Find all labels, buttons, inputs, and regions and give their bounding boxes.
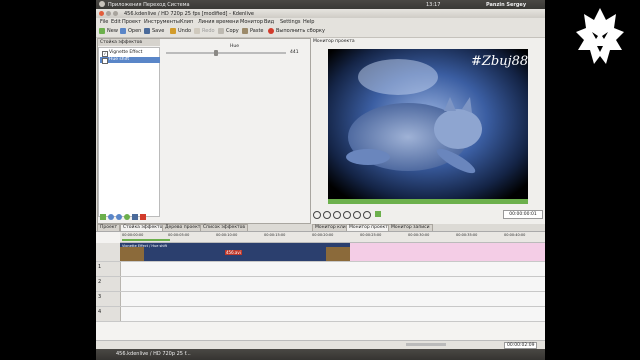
hue-slider-handle[interactable] — [214, 50, 218, 56]
effect-list: ✓ Vignette Effect ✓ Hue shift — [98, 47, 160, 217]
tab-project[interactable]: Проект — [97, 224, 121, 231]
monitor-timecode[interactable]: 00:00:00:01 — [503, 210, 543, 219]
effect-toolbar — [98, 213, 160, 222]
monitor-controls: 00:00:00:01 — [313, 210, 543, 219]
track-4: 4 — [96, 307, 545, 322]
track-3: 3 — [96, 292, 545, 307]
effect-item-hue-shift[interactable]: ✓ Hue shift — [100, 57, 160, 64]
save-icon — [144, 28, 150, 34]
paste-icon — [242, 28, 248, 34]
clip-name: 456.avi — [225, 250, 242, 255]
user-menu[interactable]: Panzin Sergey — [486, 2, 526, 8]
project-monitor: Монитор проекта #Zbuj88 00:00:00:01 — [311, 38, 545, 224]
video-preview[interactable] — [328, 49, 528, 204]
bottom-taskbar: 456.kdenlive / HD 720p 25 f... — [96, 349, 545, 360]
undo-button[interactable]: Undo — [170, 27, 191, 35]
track-4-header[interactable]: 4 — [96, 307, 121, 321]
clock[interactable]: 13:17 — [426, 2, 440, 8]
tab-project-monitor[interactable]: Монитор проекта — [346, 224, 394, 231]
open-icon — [120, 28, 126, 34]
save-button[interactable]: Save — [144, 27, 164, 35]
timeline-timecode[interactable]: 00:00:02:09 — [504, 342, 538, 349]
stop-icon[interactable] — [343, 211, 351, 219]
tab-effect-stack[interactable]: Стойка эффектов — [120, 224, 169, 231]
clip-thumb-start — [120, 247, 144, 261]
taskbar-window-item[interactable]: 456.kdenlive / HD 720p 25 f... — [116, 351, 191, 357]
tab-effects-list[interactable]: Список эффектов — [200, 224, 249, 231]
video-track: Vignette Effect / Hue shift 456.avi — [96, 243, 545, 262]
save-effect-icon[interactable] — [132, 214, 138, 220]
applications-menu[interactable]: Приложения Переход Система — [108, 2, 190, 8]
menu-bar: File Edit Проект Инструменты Клип Линия … — [96, 18, 545, 25]
prev-frame-icon[interactable] — [323, 211, 331, 219]
add-effect-icon[interactable] — [100, 214, 106, 220]
move-down-icon[interactable] — [116, 214, 122, 220]
effect-stack-tab[interactable]: Стойка эффектов — [98, 39, 160, 46]
forward-icon[interactable] — [363, 211, 371, 219]
copy-button[interactable]: Copy — [218, 27, 239, 35]
empty-track-area[interactable] — [350, 243, 545, 261]
main-toolbar: New Open Save Undo Redo Copy Paste Выпол… — [96, 25, 545, 38]
clip-thumb-end — [326, 247, 350, 261]
video-track-header[interactable] — [96, 243, 121, 261]
timeline: 00:00:00:00 00:00:05:00 00:00:10:00 00:0… — [96, 231, 545, 341]
undo-icon — [170, 28, 176, 34]
hue-shift-checkbox[interactable]: ✓ — [102, 58, 108, 64]
redo-button[interactable]: Redo — [194, 27, 215, 35]
wolf-logo-icon — [576, 8, 624, 64]
hue-slider[interactable] — [166, 52, 286, 54]
top-panel: Приложения Переход Система 13:17 Panzin … — [96, 0, 545, 9]
track-2: 2 — [96, 277, 545, 292]
minimize-icon[interactable] — [106, 11, 111, 16]
rewind-icon[interactable] — [313, 211, 321, 219]
watermark-text: #Zbuj88 — [471, 54, 529, 69]
render-icon — [268, 28, 274, 34]
play-icon[interactable] — [333, 211, 341, 219]
maximize-icon[interactable] — [113, 11, 118, 16]
video-clip[interactable]: Vignette Effect / Hue shift 456.avi — [120, 243, 350, 261]
copy-icon — [218, 28, 224, 34]
zone-bar[interactable] — [122, 239, 170, 241]
track-1: 1 — [96, 262, 545, 277]
monitor-title: Монитор проекта — [313, 39, 355, 44]
close-icon[interactable] — [99, 11, 104, 16]
delete-effect-icon[interactable] — [140, 214, 146, 220]
render-button[interactable]: Выполнить сборку — [268, 27, 325, 35]
paste-button[interactable]: Paste — [242, 27, 264, 35]
track-1-header[interactable]: 1 — [96, 262, 121, 276]
reset-effect-icon[interactable] — [124, 214, 130, 220]
timeline-ruler[interactable]: 00:00:00:00 00:00:05:00 00:00:10:00 00:0… — [120, 232, 545, 243]
effect-item-vignette[interactable]: ✓ Vignette Effect — [100, 50, 160, 57]
desktop-screen: Приложения Переход Система 13:17 Panzin … — [96, 0, 545, 360]
new-icon — [99, 28, 105, 34]
effect-stack-pane: Стойка эффектов ✓ Vignette Effect ✓ Hue … — [97, 38, 311, 224]
open-button[interactable]: Open — [120, 27, 141, 35]
tab-record-monitor[interactable]: Монитор записи — [388, 224, 433, 231]
ubuntu-logo-icon — [99, 1, 105, 7]
next-frame-icon[interactable] — [353, 211, 361, 219]
left-black-margin — [0, 0, 96, 360]
track-2-header[interactable]: 2 — [96, 277, 121, 291]
zone-icon[interactable] — [375, 211, 381, 217]
track-3-header[interactable]: 3 — [96, 292, 121, 306]
zoom-slider[interactable] — [406, 343, 446, 346]
hue-value[interactable]: 441 — [290, 50, 299, 55]
new-button[interactable]: New — [99, 27, 118, 35]
hue-param-label: Hue — [230, 44, 240, 49]
window-title: 456.kdenlive / HD 720p 25 fps [modified]… — [124, 11, 254, 17]
move-up-icon[interactable] — [108, 214, 114, 220]
cat-video-frame — [328, 49, 528, 204]
redo-icon — [194, 28, 200, 34]
